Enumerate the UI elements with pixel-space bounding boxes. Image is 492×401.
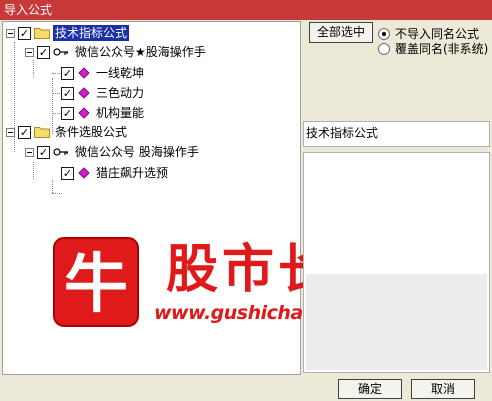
node-checkbox[interactable]: ✓: [37, 145, 50, 159]
node-label: 技术指标公式: [53, 25, 130, 41]
node-checkbox[interactable]: ✓: [61, 166, 74, 180]
radio-overwrite-duplicates[interactable]: 覆盖同名(非系统): [378, 40, 488, 57]
watermark-logo: 牛: [53, 237, 139, 327]
radio-indicator[interactable]: [378, 27, 390, 40]
tree-item-formula[interactable]: ✓ 猎庄飙升选预: [61, 164, 170, 182]
folder-icon: [34, 127, 50, 138]
node-label: 三色动力: [96, 86, 145, 100]
node-label: 一线乾坤: [96, 66, 145, 80]
logo-char: 牛: [64, 248, 128, 322]
node-label: 条件选股公式: [55, 125, 128, 139]
description-lower-area: [306, 274, 487, 370]
node-label: 机构量能: [96, 106, 145, 120]
collapse-toggle[interactable]: [6, 127, 15, 137]
collapse-toggle[interactable]: [25, 147, 34, 157]
tree-connector: [52, 180, 53, 193]
node-label: 微信公众号★股海操作手: [75, 45, 206, 59]
tree-node-wechat-group-1[interactable]: ✓ 微信公众号★股海操作手: [25, 43, 208, 61]
node-checkbox[interactable]: ✓: [18, 26, 31, 40]
node-checkbox[interactable]: ✓: [18, 125, 31, 139]
tree-connector: [52, 193, 62, 194]
folder-icon: [34, 28, 50, 39]
ok-button[interactable]: 确定: [338, 379, 402, 399]
select-all-button[interactable]: 全部选中: [309, 22, 373, 43]
radio-label: 覆盖同名(非系统): [395, 42, 489, 56]
node-label: 猎庄飙升选预: [96, 166, 169, 180]
cancel-button[interactable]: 取消: [411, 379, 475, 399]
category-label: 技术指标公式: [303, 121, 490, 147]
formula-diamond-icon: [78, 167, 90, 179]
formula-diamond-icon: [78, 67, 90, 79]
formula-description-box: [303, 152, 490, 373]
node-checkbox[interactable]: ✓: [37, 45, 50, 59]
title-bar: 导入公式: [0, 0, 492, 20]
node-checkbox[interactable]: ✓: [61, 86, 74, 100]
key-icon: [53, 148, 68, 156]
tree-item-formula[interactable]: ✓ 三色动力: [61, 84, 146, 102]
node-checkbox[interactable]: ✓: [61, 66, 74, 80]
window-title: 导入公式: [4, 3, 53, 17]
collapse-toggle[interactable]: [25, 47, 34, 57]
tree-connector: [33, 162, 34, 179]
key-icon: [53, 48, 68, 56]
tree-item-formula[interactable]: ✓ 机构量能: [61, 104, 146, 122]
tree-node-technical-formulas[interactable]: ✓ 技术指标公式: [6, 24, 130, 42]
node-label: 微信公众号 股海操作手: [75, 145, 199, 159]
tree-node-stock-screening-formulas[interactable]: ✓ 条件选股公式: [6, 123, 129, 141]
tree-item-formula[interactable]: ✓ 一线乾坤: [61, 64, 146, 82]
collapse-toggle[interactable]: [6, 28, 15, 38]
radio-indicator[interactable]: [378, 42, 390, 55]
tree-node-wechat-group-2[interactable]: ✓ 微信公众号 股海操作手: [25, 143, 201, 161]
formula-diamond-icon: [78, 107, 90, 119]
formula-diamond-icon: [78, 87, 90, 99]
tree-connector: [33, 60, 34, 77]
node-checkbox[interactable]: ✓: [61, 106, 74, 120]
